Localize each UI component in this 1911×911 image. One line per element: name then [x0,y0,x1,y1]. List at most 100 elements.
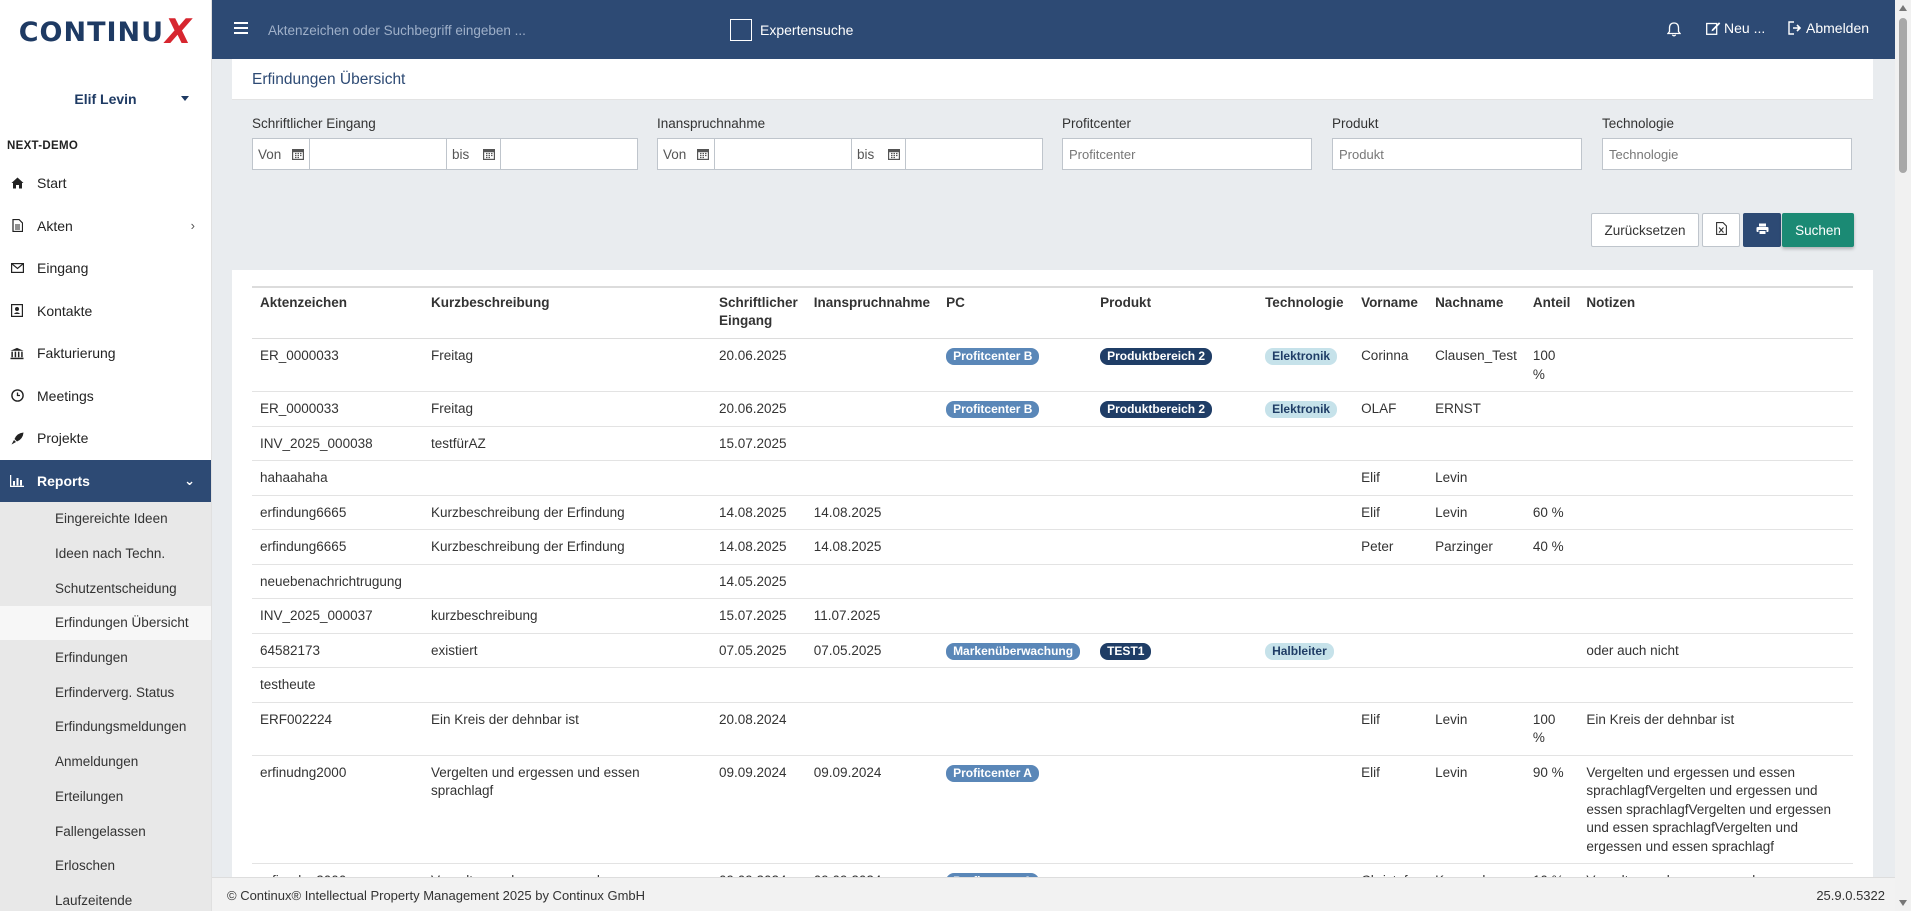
footer: © Continux® Intellectual Property Manage… [212,877,1895,911]
table-row[interactable]: erfindung6665 Kurzbeschreibung der Erfind… [252,495,1853,530]
table-row[interactable]: erfinudng2000Vergelten und ergessen und … [252,863,1853,877]
logout-button[interactable]: Abmelden [1788,20,1869,36]
new-button[interactable]: Neu ... [1706,20,1765,36]
sub-erfindungen-uebersicht[interactable]: Erfindungen Übersicht [0,605,211,641]
cell-inanspruchnahme: 07.05.2025 [813,642,882,658]
column-header[interactable]: PC [938,286,1093,339]
nav-meetings[interactable]: Meetings [0,375,211,418]
table-row[interactable]: neuebenachrichtrugung 14.05.2025 [252,564,1853,599]
column-header[interactable]: Schriftlicher Eingang [711,286,806,339]
table-row[interactable]: ERF002224 Ein Kreis der dehnbar ist 20.08.… [252,702,1853,756]
badge-technologie: Halbleiter [1265,642,1334,660]
cell-kurzbeschreibung: existiert [431,642,478,658]
table-row[interactable]: 64582173 existiert 07.05.2025 07.05.2025 Mar… [252,633,1853,668]
expert-search-toggle[interactable]: Expertensuche [730,19,853,41]
sub-erteilungen[interactable]: Erteilungen [0,779,211,814]
column-header[interactable]: Produkt [1092,286,1258,339]
table-cell: Elektronik [1257,338,1354,392]
calendar-icon[interactable] [882,139,906,169]
reset-button[interactable]: Zurücksetzen [1591,213,1699,247]
cell-kurzbeschreibung: kurzbeschreibung [431,608,538,623]
sub-erfindungsmeldungen[interactable]: Erfindungsmeldungen [0,710,211,745]
nav-fakturierung[interactable]: Fakturierung [0,332,211,375]
results-table: Aktenzeichen Kurzbeschreibung Schriftliche… [252,286,1853,877]
date-to-field[interactable] [501,139,637,169]
table-row[interactable]: testheute [252,667,1853,703]
expert-search-checkbox[interactable] [730,19,752,41]
sub-schutzentscheidung[interactable]: Schutzentscheidung [0,571,211,606]
bis-label: bis [857,146,875,162]
table-cell: 90 % [1524,755,1579,864]
column-header[interactable]: Vorname [1353,286,1428,339]
nav-kontakte[interactable]: Kontakte [0,290,211,333]
continux-logo[interactable]: CONTINU X [0,0,211,64]
cell-schriftlicher-eingang: 09.09.2024 [719,764,787,780]
calendar-icon[interactable] [286,139,310,169]
table-row[interactable]: ER_0000033 Freitag 20.06.2025 Profitcenter … [252,391,1853,427]
nav-reports[interactable]: Reports ⌄ [0,459,211,502]
table-cell [1257,564,1354,599]
sub-eingereichte-ideen[interactable]: Eingereichte Ideen [0,502,211,537]
sub-ideen-nach-techn[interactable]: Ideen nach Techn. [0,536,211,571]
user-menu[interactable]: Elif Levin [0,64,211,134]
column-header[interactable]: Kurzbeschreibung [423,286,711,339]
column-header[interactable]: Notizen [1578,286,1853,339]
scroll-up-arrow[interactable] [1899,5,1907,11]
column-header[interactable]: Technologie [1257,286,1354,339]
global-search-input[interactable] [268,18,608,42]
column-header[interactable]: Nachname [1427,286,1525,339]
calendar-icon[interactable] [477,139,501,169]
table-row[interactable]: hahaahaha Elif Levin [252,460,1853,496]
vertical-scrollbar[interactable] [1895,0,1911,911]
table-cell: erfindung6665 [252,529,423,565]
cell-notizen: Vergelten und ergessen und essen sprachl… [1586,764,1832,854]
column-header[interactable]: Inanspruchnahme [805,286,939,339]
scroll-thumb[interactable] [1899,18,1907,173]
table-row[interactable]: INV_2025_000038 testfürAZ 15.07.2025 [252,426,1853,461]
nav-akten[interactable]: Akten › [0,205,211,248]
table-row[interactable]: erfinudng2000Vergelten und ergessen und … [252,755,1853,864]
table-cell: Vergelten und ergessen und essen sprachl… [1578,863,1853,877]
profitcenter-input[interactable] [1062,138,1312,170]
date-from-field[interactable] [715,139,852,169]
column-header[interactable]: Anteil [1524,286,1579,339]
nav-projekte[interactable]: Projekte [0,417,211,460]
calendar-icon[interactable] [691,139,715,169]
scroll-down-arrow[interactable] [1899,900,1907,906]
badge-produkt: Produktbereich 2 [1100,348,1213,365]
table-cell: Elektronik [1257,391,1354,427]
cell-kurzbeschreibung: Vergelten und ergessen und essen sprachl… [431,764,640,799]
cell-schriftlicher-eingang: 20.08.2024 [719,711,787,727]
bell-icon[interactable] [1666,22,1682,37]
table-cell [1092,702,1258,756]
table-cell [1578,426,1853,461]
export-excel-button[interactable] [1702,213,1740,247]
table-row[interactable]: ER_0000033 Freitag 20.06.2025 Profitcenter … [252,338,1853,392]
table-row[interactable]: INV_2025_000037 kurzbeschreibung 15.07.202… [252,598,1853,634]
table-cell [805,338,939,392]
sub-anmeldungen[interactable]: Anmeldungen [0,744,211,779]
search-button[interactable]: Suchen [1782,213,1854,247]
sub-erfinderverg-status[interactable]: Erfinderverg. Status [0,675,211,710]
table-row[interactable]: erfindung6665 Kurzbeschreibung der Erfind… [252,529,1853,565]
nav-start[interactable]: Start [0,162,211,205]
cell-anteil: 100 % [1532,348,1556,382]
date-from-field[interactable] [310,139,447,169]
technologie-input[interactable] [1602,138,1852,170]
print-button[interactable] [1743,213,1781,247]
nav-eingang[interactable]: Eingang [0,247,211,290]
sub-erloschen[interactable]: Erloschen [0,848,211,883]
sub-erfindungen[interactable]: Erfindungen [0,640,211,675]
table-cell: Markenüberwachung [938,633,1093,668]
nav-label: Kontakte [37,302,93,319]
sub-laufzeitende[interactable]: Laufzeitende [0,883,211,911]
panel-header: Erfindungen Übersicht [232,59,1873,100]
column-header[interactable]: Aktenzeichen [252,286,423,339]
hamburger-icon[interactable] [234,22,248,34]
table-cell: OLAF [1353,391,1428,427]
date-to-field[interactable] [906,139,1042,169]
chevron-down-icon: ⌄ [184,472,195,488]
cell-aktenzeichen: ER_0000033 [260,348,339,363]
sub-fallengelassen[interactable]: Fallengelassen [0,814,211,849]
produkt-input[interactable] [1332,138,1582,170]
